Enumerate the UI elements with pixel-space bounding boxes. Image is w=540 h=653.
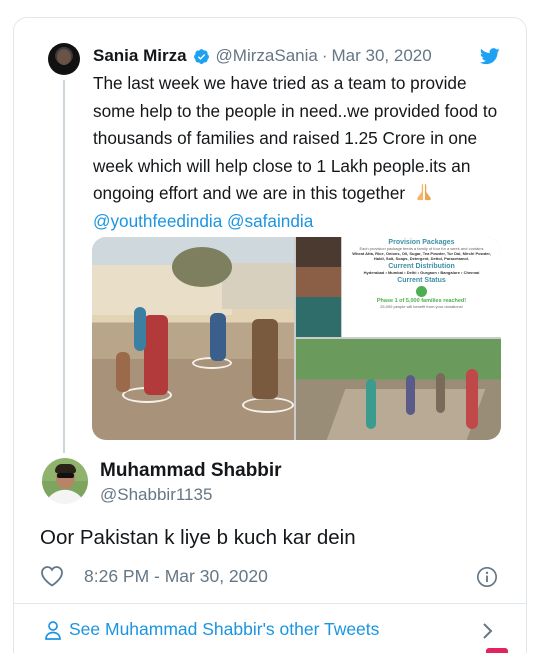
see-other-tweets-link[interactable]: See Muhammad Shabbir's other Tweets <box>69 619 379 640</box>
person-figure <box>144 315 168 395</box>
original-tweet-header: Sania Mirza @MirzaSania · Mar 30, 2020 <box>93 46 432 66</box>
info-icon[interactable] <box>476 566 498 588</box>
photo-woman-portrait[interactable] <box>296 237 341 337</box>
tweet-date[interactable]: Mar 30, 2020 <box>332 46 432 66</box>
infographic-items: Wheat Atta, Rice, Onions, Oil, Sugar, Te… <box>352 251 491 261</box>
twitter-bird-icon[interactable] <box>480 48 500 65</box>
person-figure <box>134 307 146 351</box>
verified-badge-icon <box>193 48 209 64</box>
photo-street-queue[interactable] <box>296 339 501 440</box>
footer-divider <box>14 603 526 604</box>
photo-food-distribution[interactable] <box>92 237 294 440</box>
author-handle[interactable]: @MirzaSania <box>216 46 318 66</box>
person-icon <box>45 621 61 640</box>
infographic-title-2: Current Distribution <box>388 263 455 270</box>
photo-building-2 <box>222 263 294 309</box>
bottom-edge-mark <box>486 648 508 653</box>
avatar-muhammad-shabbir[interactable] <box>42 458 88 504</box>
chevron-right-icon[interactable] <box>482 623 494 639</box>
infographic-title-1: Provision Packages <box>388 239 455 246</box>
mention-safaindia[interactable]: @safaindia <box>227 211 313 231</box>
photo-tree <box>172 247 232 287</box>
tweet-body: The last week we have tried as a team to… <box>93 73 498 203</box>
mention-youthfeedindia[interactable]: @youthfeedindia <box>93 211 222 231</box>
heart-icon[interactable] <box>40 565 64 587</box>
infographic-title-3: Current Status <box>397 277 446 284</box>
separator-dot: · <box>321 46 328 65</box>
avatar-sunglasses <box>57 473 74 478</box>
reply-author-name[interactable]: Muhammad Shabbir <box>100 460 282 482</box>
person-figure <box>210 313 226 361</box>
infographic-status-sub: 25,000 people will benefit from your don… <box>380 304 463 309</box>
person-figure <box>366 379 376 429</box>
folded-hands-emoji <box>417 183 431 201</box>
infographic-cities: Hyderabad • Mumbai • Delhi • Gurgaon • B… <box>363 270 480 275</box>
avatar-hair <box>55 464 76 473</box>
person-figure <box>406 375 415 415</box>
reply-text: Oor Pakistan k liye b kuch kar dein <box>40 526 356 549</box>
thread-connector-line <box>63 80 65 453</box>
chalk-circle <box>242 397 294 413</box>
person-figure <box>436 373 445 413</box>
child-figure <box>116 352 130 392</box>
reply-author-handle[interactable]: @Shabbir1135 <box>100 485 212 505</box>
check-circle-icon <box>416 286 427 297</box>
avatar-sania-mirza[interactable] <box>48 43 80 75</box>
author-name[interactable]: Sania Mirza <box>93 46 187 66</box>
infographic-provision-packages[interactable]: Provision Packages Each provision packag… <box>342 237 501 337</box>
person-figure <box>252 319 278 399</box>
original-tweet-text: The last week we have tried as a team to… <box>93 70 503 235</box>
person-figure <box>466 369 478 429</box>
tweet-media-grid[interactable]: Provision Packages Each provision packag… <box>92 237 501 440</box>
reply-timestamp[interactable]: 8:26 PM - Mar 30, 2020 <box>84 566 268 587</box>
